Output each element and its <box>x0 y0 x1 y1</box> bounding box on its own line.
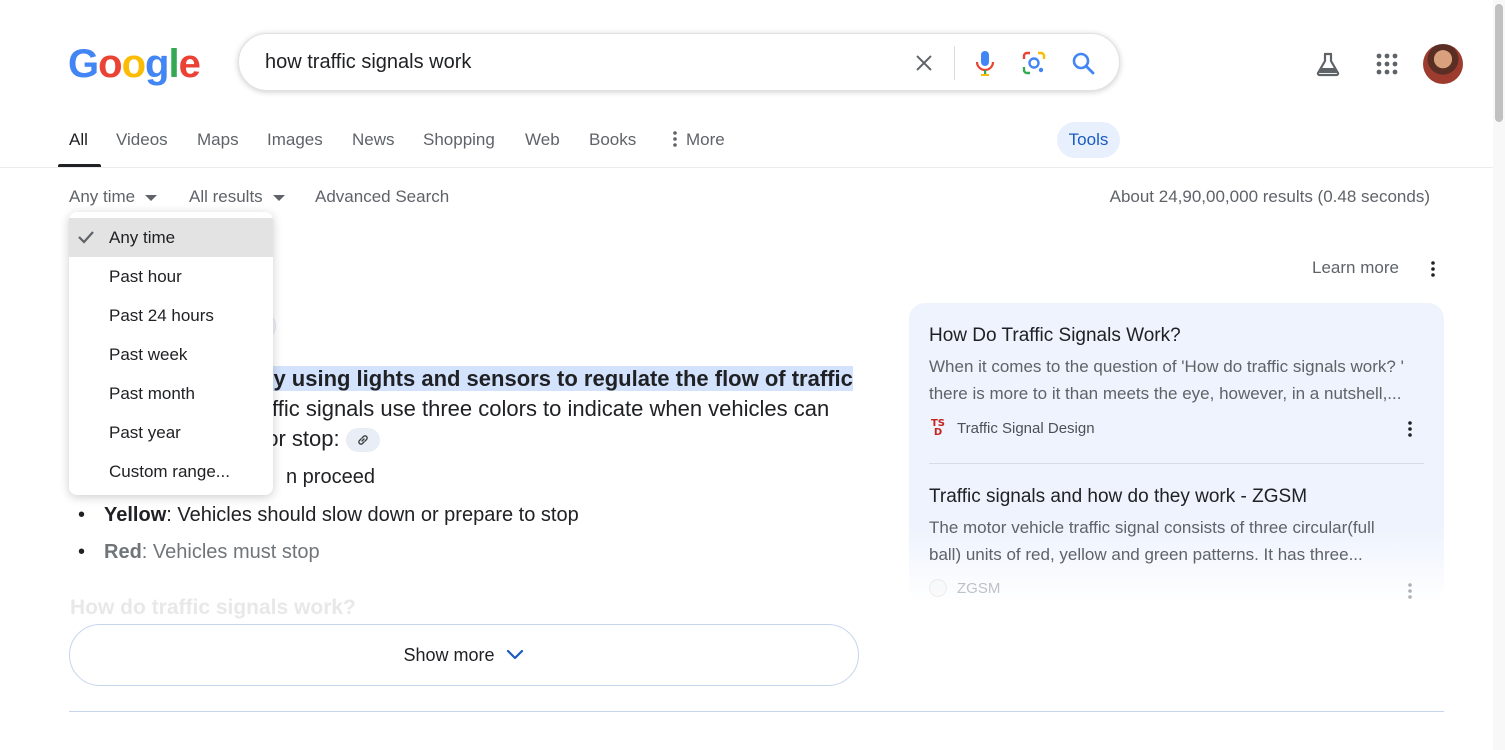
microphone-icon[interactable] <box>970 48 1000 78</box>
search-icon[interactable] <box>1068 48 1098 78</box>
scrollbar-thumb[interactable] <box>1495 4 1503 122</box>
results-filter-dropdown[interactable]: All results <box>189 187 285 207</box>
source-site-name: Traffic Signal Design <box>957 419 1095 437</box>
source-card-snippet: When it comes to the question of 'How do… <box>929 357 1404 376</box>
tab-news[interactable]: News <box>352 130 395 150</box>
tab-all[interactable]: All <box>69 130 88 150</box>
advanced-search-link[interactable]: Advanced Search <box>315 187 449 207</box>
source-card-snippet: The motor vehicle traffic signal consist… <box>929 518 1375 537</box>
source-card-snippet: ball) units of red, yellow and green pat… <box>929 545 1363 564</box>
logo-letter: o <box>98 42 122 86</box>
logo-letter: l <box>168 42 179 86</box>
logo-letter: o <box>121 42 146 86</box>
search-box[interactable]: how traffic signals work <box>238 33 1120 91</box>
menu-item-label: Past hour <box>109 266 182 286</box>
faded-question: How do traffic signals work? <box>70 596 356 619</box>
menu-item-past-week[interactable]: Past week <box>69 335 273 374</box>
apps-grid-icon[interactable] <box>1367 44 1407 84</box>
search-tabs: All Videos Maps Images News Shopping Web… <box>0 120 1505 168</box>
menu-item-label: Any time <box>109 227 176 247</box>
results-stats: About 24,90,00,000 results (0.48 seconds… <box>1109 187 1430 206</box>
card-divider <box>929 463 1424 464</box>
menu-item-past-month[interactable]: Past month <box>69 374 273 413</box>
time-filter-menu: Any time Past hour Past 24 hours Past we… <box>69 212 273 495</box>
logo-letter: g <box>145 42 169 86</box>
time-filter-dropdown[interactable]: Any time <box>69 187 158 207</box>
logo-letter: G <box>68 42 99 86</box>
tab-more-label: More <box>686 130 725 149</box>
source-card-snippet: there is more to it than meets the eye, … <box>929 384 1402 403</box>
menu-item-past-24-hours[interactable]: Past 24 hours <box>69 296 273 335</box>
menu-item-label: Past year <box>109 422 181 442</box>
logo-letter: e <box>178 42 201 86</box>
more-options-icon[interactable] <box>1400 417 1420 441</box>
menu-item-label: Past month <box>109 383 195 403</box>
bullet-label: Yellow <box>104 504 167 526</box>
time-filter-label: Any time <box>69 187 136 206</box>
tab-more[interactable]: More <box>672 130 725 150</box>
link-icon <box>357 435 368 445</box>
tab-books[interactable]: Books <box>589 130 636 150</box>
more-options-icon[interactable] <box>1423 257 1443 281</box>
section-divider <box>69 711 1444 712</box>
more-options-icon[interactable] <box>1400 579 1420 603</box>
menu-item-label: Past 24 hours <box>109 305 214 325</box>
tab-images[interactable]: Images <box>267 130 323 150</box>
bullet-text: : Vehicles should slow down or prepare t… <box>166 504 579 526</box>
menu-item-any-time[interactable]: Any time <box>69 218 273 257</box>
tab-videos[interactable]: Videos <box>116 130 168 150</box>
tab-maps[interactable]: Maps <box>197 130 239 150</box>
search-divider <box>954 46 955 80</box>
results-filter-label: All results <box>189 187 263 206</box>
traffic-signal-design-logo: TS D <box>930 418 946 438</box>
chevron-down-icon <box>506 649 523 660</box>
checkmark-icon <box>78 231 94 244</box>
list-item: Red: Vehicles must stop <box>78 541 320 564</box>
source-site-name: ZGSM <box>957 579 1001 597</box>
google-logo[interactable]: Google <box>68 42 201 87</box>
tab-web[interactable]: Web <box>525 130 560 150</box>
list-item: Yellow: Vehicles should slow down or pre… <box>78 504 579 527</box>
menu-item-past-hour[interactable]: Past hour <box>69 257 273 296</box>
camera-lens-icon[interactable] <box>1019 48 1049 78</box>
clear-icon[interactable] <box>909 48 939 78</box>
labs-flask-icon[interactable] <box>1308 44 1348 84</box>
source-site[interactable]: TS D Traffic Signal Design <box>929 418 1095 438</box>
bullet-text: : Vehicles must stop <box>141 541 320 563</box>
search-input[interactable]: how traffic signals work <box>265 51 471 74</box>
avatar[interactable] <box>1423 44 1463 84</box>
menu-item-custom-range[interactable]: Custom range... <box>69 452 273 491</box>
answer-text: ffic signals use three colors to indicat… <box>272 396 830 421</box>
more-vert-icon <box>673 131 677 147</box>
learn-more-link[interactable]: Learn more <box>1312 258 1399 278</box>
source-card-title[interactable]: Traffic signals and how do they work - Z… <box>929 486 1307 508</box>
bullet-text: n proceed <box>286 466 375 488</box>
bullet-label: Red <box>104 541 142 563</box>
source-link-chip[interactable] <box>345 428 380 453</box>
sources-panel: How Do Traffic Signals Work? When it com… <box>909 303 1444 603</box>
show-more-button[interactable]: Show more <box>69 624 859 686</box>
caret-down-icon <box>272 194 285 201</box>
menu-item-label: Past week <box>109 344 188 364</box>
page-scrollbar[interactable] <box>1493 0 1505 750</box>
menu-item-past-year[interactable]: Past year <box>69 413 273 452</box>
caret-down-icon <box>145 194 158 201</box>
show-more-label: Show more <box>403 644 495 665</box>
menu-item-label: Custom range... <box>109 461 230 481</box>
tab-shopping[interactable]: Shopping <box>423 130 495 150</box>
source-site[interactable]: ZGSM <box>929 579 1000 597</box>
active-tab-indicator <box>58 164 101 167</box>
source-card-title[interactable]: How Do Traffic Signals Work? <box>929 325 1181 347</box>
answer-highlight: by using lights and sensors to regulate … <box>260 366 853 391</box>
zgsm-logo <box>929 579 947 597</box>
tools-button[interactable]: Tools <box>1057 122 1120 158</box>
